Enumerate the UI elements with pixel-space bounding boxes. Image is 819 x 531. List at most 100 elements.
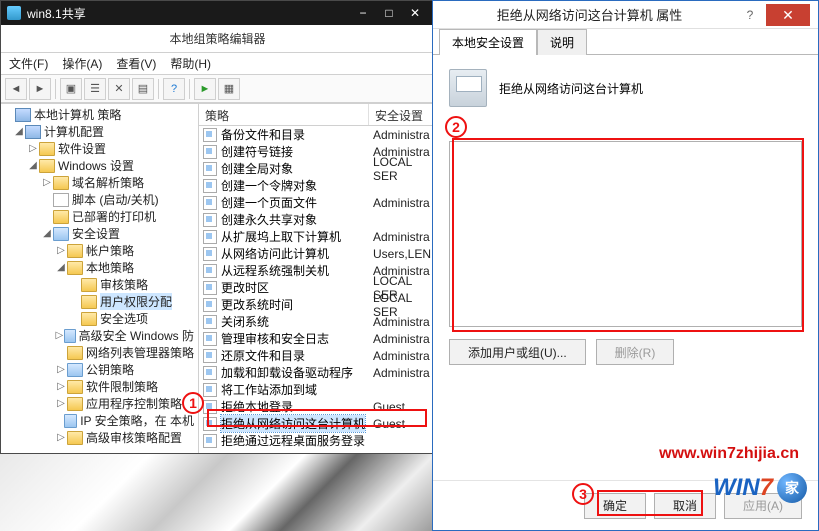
watermark-url: www.win7zhijia.cn	[659, 445, 799, 463]
cancel-button[interactable]: 取消	[654, 493, 716, 519]
policy-icon	[203, 128, 217, 142]
col-setting[interactable]: 安全设置	[369, 104, 434, 125]
policy-name: 从网络访问此计算机	[221, 245, 329, 262]
tree-software[interactable]: ▷软件设置	[1, 140, 198, 157]
tree-computer-config[interactable]: ◢计算机配置	[1, 123, 198, 140]
tree-restrict[interactable]: ▷软件限制策略	[1, 378, 198, 395]
properties-button[interactable]: ▤	[132, 78, 154, 100]
forward-button[interactable]: ►	[29, 78, 51, 100]
list-item[interactable]: 管理审核和安全日志Administra	[199, 330, 434, 347]
list-body[interactable]: 备份文件和目录Administra创建符号链接Administra创建全局对象L…	[199, 126, 434, 453]
dialog-body: 拒绝从网络访问这台计算机 添加用户或组(U)... 删除(R)	[433, 55, 818, 480]
col-policy[interactable]: 策略	[199, 104, 369, 125]
policy-setting: Users,LEN	[369, 247, 434, 261]
menu-action[interactable]: 操作(A)	[62, 55, 102, 72]
policy-name: 创建符号链接	[221, 143, 293, 160]
tree-script[interactable]: 脚本 (启动/关机)	[1, 191, 198, 208]
policy-name: 管理审核和安全日志	[221, 330, 329, 347]
back-button[interactable]: ◄	[5, 78, 27, 100]
policy-name-label: 拒绝从网络访问这台计算机	[499, 80, 643, 97]
add-user-button[interactable]: 添加用户或组(U)...	[449, 339, 586, 365]
policy-setting: Administra	[369, 128, 434, 142]
list-header: 策略 安全设置	[199, 104, 434, 126]
policy-setting: Administra	[369, 230, 434, 244]
tree-userrights[interactable]: 用户权限分配	[1, 293, 198, 310]
list-item[interactable]: 将工作站添加到域	[199, 381, 434, 398]
policy-icon	[203, 213, 217, 227]
up-button[interactable]: ▣	[60, 78, 82, 100]
export-button[interactable]: ☰	[84, 78, 106, 100]
policy-icon	[203, 315, 217, 329]
list-item[interactable]: 从扩展坞上取下计算机Administra	[199, 228, 434, 245]
background-photo	[0, 450, 435, 531]
list-item[interactable]: 备份文件和目录Administra	[199, 126, 434, 143]
policy-name: 加载和卸载设备驱动程序	[221, 364, 353, 381]
logo-win: WIN	[713, 474, 760, 502]
list-item[interactable]: 关闭系统Administra	[199, 313, 434, 330]
tab-local-security[interactable]: 本地安全设置	[439, 29, 537, 55]
policy-icon	[203, 162, 217, 176]
policy-name: 从远程系统强制关机	[221, 262, 329, 279]
policy-list: 策略 安全设置 备份文件和目录Administra创建符号链接 Administr…	[199, 104, 434, 453]
tree-local[interactable]: ◢本地策略	[1, 259, 198, 276]
help-button[interactable]: ?	[163, 78, 185, 100]
policy-name: 将工作站添加到域	[221, 381, 317, 398]
policy-setting: LOCAL SER	[369, 155, 434, 183]
tree-appctrl[interactable]: ▷应用程序控制策略	[1, 395, 198, 412]
remove-button[interactable]: 删除(R)	[596, 339, 675, 365]
maximize-button[interactable]: □	[376, 3, 402, 23]
policy-icon	[203, 230, 217, 244]
nav-tree[interactable]: 本地计算机 策略 ◢计算机配置 ▷软件设置 ◢Windows 设置 ▷域名解析策…	[1, 104, 199, 453]
tree-advaudit[interactable]: ▷高级审核策略配置	[1, 429, 198, 446]
tree-ipsec[interactable]: IP 安全策略，在 本机	[1, 412, 198, 429]
list-item[interactable]: 拒绝从网络访问这台计算机Guest	[199, 415, 434, 432]
minimize-button[interactable]: −	[350, 3, 376, 23]
tree-netlist[interactable]: 网络列表管理器策略	[1, 344, 198, 361]
list-button[interactable]: ▦	[218, 78, 240, 100]
list-item[interactable]: 更改系统时间LOCAL SER	[199, 296, 434, 313]
policy-icon	[203, 179, 217, 193]
delete-button[interactable]: ✕	[108, 78, 130, 100]
menu-view[interactable]: 查看(V)	[116, 55, 156, 72]
policy-icon	[203, 264, 217, 278]
tree-secoptions[interactable]: 安全选项	[1, 310, 198, 327]
tree-printer[interactable]: 已部署的打印机	[1, 208, 198, 225]
server-icon	[449, 69, 487, 107]
ok-button[interactable]: 确定	[584, 493, 646, 519]
list-item[interactable]: 从网络访问此计算机 Users,LEN	[199, 245, 434, 262]
menu-help[interactable]: 帮助(H)	[170, 55, 211, 72]
tree-windows[interactable]: ◢Windows 设置	[1, 157, 198, 174]
menu-file[interactable]: 文件(F)	[9, 55, 48, 72]
help-icon[interactable]: ?	[738, 8, 762, 22]
logo-badge: 家	[777, 473, 807, 503]
policy-setting: Administra	[369, 349, 434, 363]
refresh-button[interactable]: ►	[194, 78, 216, 100]
tree-adv[interactable]: ▷高级安全 Windows 防	[1, 327, 198, 344]
list-item[interactable]: 创建一个页面文件Administra	[199, 194, 434, 211]
list-item[interactable]: 拒绝通过远程桌面服务登录	[199, 432, 434, 449]
tree-audit[interactable]: 审核策略	[1, 276, 198, 293]
list-item[interactable]: 拒绝本地登录Guest	[199, 398, 434, 415]
policy-name: 关闭系统	[221, 313, 269, 330]
policy-name: 更改系统时间	[221, 296, 293, 313]
close-button[interactable]: ✕	[402, 3, 428, 23]
user-list[interactable]	[449, 141, 802, 327]
tree-dns[interactable]: ▷域名解析策略	[1, 174, 198, 191]
policy-name: 创建全局对象	[221, 160, 293, 177]
list-item[interactable]: 创建永久共享对象	[199, 211, 434, 228]
dialog-close-button[interactable]: ✕	[766, 4, 810, 26]
window-icon	[7, 6, 21, 20]
tree-pubkey[interactable]: ▷公钥策略	[1, 361, 198, 378]
tree-security[interactable]: ◢安全设置	[1, 225, 198, 242]
policy-icon	[203, 332, 217, 346]
logo-seven: 7	[760, 474, 773, 502]
list-item[interactable]: 创建全局对象LOCAL SER	[199, 160, 434, 177]
tree-root[interactable]: 本地计算机 策略	[1, 106, 198, 123]
list-item[interactable]: 加载和卸载设备驱动程序Administra	[199, 364, 434, 381]
policy-icon	[203, 247, 217, 261]
tab-explain[interactable]: 说明	[537, 29, 587, 56]
menu-bar: 文件(F) 操作(A) 查看(V) 帮助(H)	[1, 53, 434, 75]
list-item[interactable]: 还原文件和目录Administra	[199, 347, 434, 364]
tree-account[interactable]: ▷帐户策略	[1, 242, 198, 259]
policy-name: 拒绝通过远程桌面服务登录	[221, 432, 365, 449]
